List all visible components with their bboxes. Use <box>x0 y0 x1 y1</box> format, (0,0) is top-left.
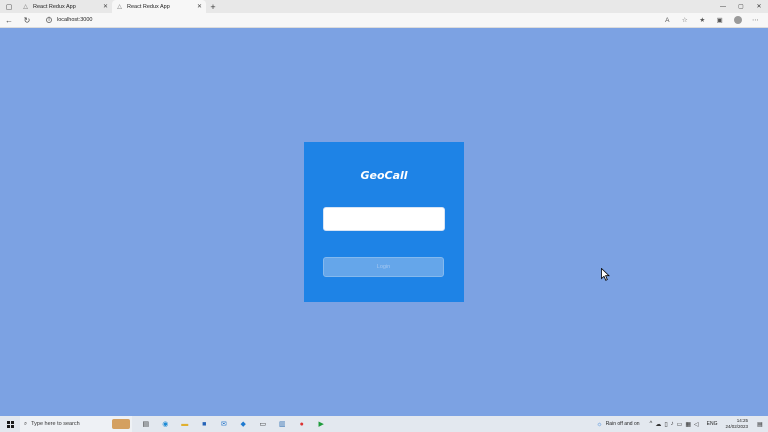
system-tray: ☼ Rain off and on ^ ☁ ▯ ♪ ▭ ▦ ◁ ENG 14:2… <box>596 418 768 430</box>
collections-icon[interactable]: ▣ <box>711 16 729 24</box>
search-icon: ⌕ <box>24 420 28 427</box>
chevron-up-icon[interactable]: ^ <box>650 421 653 428</box>
add-favorite-icon[interactable]: ☆ <box>676 16 694 24</box>
microphone-icon[interactable]: ♪ <box>671 421 674 428</box>
battery-icon[interactable]: ▭ <box>677 421 683 428</box>
pycharm-icon[interactable]: ▶ <box>312 420 332 428</box>
search-placeholder: Type here to search <box>31 421 80 427</box>
mouse-cursor-icon <box>601 268 610 281</box>
taskbar: ⌕ Type here to search ▤ ◉ ▬ ■ ✉ ◆ ▭ ▥ ● … <box>0 416 768 432</box>
taskbar-search[interactable]: ⌕ Type here to search <box>20 416 132 432</box>
info-icon[interactable]: i <box>46 17 52 23</box>
react-triangle-icon: △ <box>117 4 122 10</box>
login-button[interactable]: Login <box>323 257 444 277</box>
browser-tab-strip: ▢ △ React Redux App ✕ △ React Redux App … <box>0 0 768 13</box>
browser-tab-2[interactable]: △ React Redux App ✕ <box>112 0 206 13</box>
vscode-icon[interactable]: ◆ <box>234 420 254 428</box>
close-icon[interactable]: ✕ <box>103 3 108 10</box>
device-icon[interactable]: ▯ <box>664 421 667 428</box>
refresh-icon[interactable]: ↻ <box>18 16 36 25</box>
weather-widget[interactable]: ☼ Rain off and on <box>596 421 639 428</box>
window-controls: — ▢ ✕ <box>714 0 768 13</box>
tray-icons: ^ ☁ ▯ ♪ ▭ ▦ ◁ <box>650 421 699 428</box>
browser-toolbar-icons: A ☆ ★ ▣ ⋯ <box>659 16 765 24</box>
tab-actions-icon[interactable]: ▢ <box>0 0 18 13</box>
mail-icon[interactable]: ✉ <box>214 420 234 428</box>
weather-text: Rain off and on <box>605 421 640 427</box>
clock-date: 24/02/2023 <box>725 424 748 429</box>
network-icon[interactable]: ▦ <box>685 421 691 428</box>
profile-avatar[interactable] <box>733 16 742 24</box>
address-bar[interactable]: i localhost:3000 <box>46 17 92 23</box>
terminal-icon[interactable]: ▭ <box>253 420 273 428</box>
notification-icon[interactable]: ▤ <box>754 421 766 428</box>
language-indicator[interactable]: ENG <box>707 421 718 427</box>
app-title: GeoCall <box>360 169 408 182</box>
favorites-icon[interactable]: ★ <box>694 16 712 24</box>
react-triangle-icon: △ <box>23 4 28 10</box>
more-options-icon[interactable]: ⋯ <box>747 16 765 24</box>
store-icon[interactable]: ■ <box>195 420 215 428</box>
file-explorer-icon[interactable]: ▬ <box>175 420 195 428</box>
maximize-icon[interactable]: ▢ <box>732 0 750 13</box>
cloud-icon[interactable]: ☁ <box>655 421 661 428</box>
close-window-icon[interactable]: ✕ <box>750 0 768 13</box>
login-card: GeoCall Login <box>304 142 464 302</box>
clock[interactable]: 14:25 24/02/2023 <box>725 418 748 430</box>
chrome-icon[interactable]: ● <box>292 420 312 428</box>
username-input[interactable] <box>323 207 445 231</box>
minimize-icon[interactable]: — <box>714 0 732 13</box>
tab-label: React Redux App <box>33 3 76 10</box>
volume-icon[interactable]: ◁ <box>694 421 699 428</box>
new-tab-button[interactable]: + <box>206 0 220 13</box>
chart-app-icon[interactable]: ▥ <box>273 420 293 428</box>
back-arrow-icon[interactable]: ← <box>0 16 18 25</box>
read-aloud-icon[interactable]: A <box>659 16 677 24</box>
sun-cloud-icon: ☼ <box>596 420 603 428</box>
tab-label: React Redux App <box>127 3 170 10</box>
edge-icon[interactable]: ◉ <box>156 420 176 428</box>
task-view-icon[interactable]: ▤ <box>136 420 156 428</box>
address-text: localhost:3000 <box>57 17 93 23</box>
browser-tab-1[interactable]: △ React Redux App ✕ <box>18 0 112 13</box>
browser-nav-bar: ← ↻ i localhost:3000 A ☆ ★ ▣ ⋯ <box>0 13 768 28</box>
windows-start-icon[interactable] <box>0 420 20 428</box>
search-highlight-icon <box>112 419 130 429</box>
taskbar-apps: ▤ ◉ ▬ ■ ✉ ◆ ▭ ▥ ● ▶ <box>136 420 332 429</box>
close-icon[interactable]: ✕ <box>197 3 202 10</box>
